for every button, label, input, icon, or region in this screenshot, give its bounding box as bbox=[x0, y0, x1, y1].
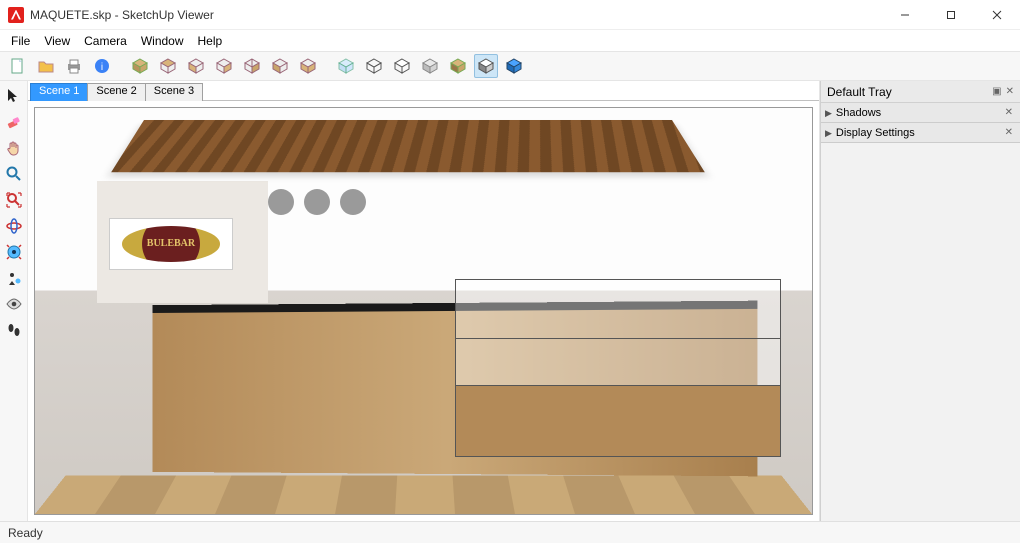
tray-pin-icon[interactable]: ▣ bbox=[992, 86, 1001, 97]
scene-tab-1[interactable]: Scene 1 bbox=[30, 83, 88, 101]
scene-tab-3[interactable]: Scene 3 bbox=[145, 83, 203, 101]
tray-panel-shadows[interactable]: ▶ Shadows ✕ bbox=[821, 103, 1020, 123]
viewport-3d[interactable]: BULEBAR bbox=[28, 101, 819, 521]
scene-tabs: Scene 1 Scene 2 Scene 3 bbox=[28, 81, 819, 101]
panel-close-icon[interactable]: ✕ bbox=[1002, 127, 1016, 138]
svg-text:i: i bbox=[101, 62, 103, 73]
left-toolbar bbox=[0, 81, 28, 521]
minimize-button[interactable] bbox=[882, 0, 928, 30]
magnify-tool-icon[interactable] bbox=[3, 163, 25, 185]
tray-title-label: Default Tray bbox=[827, 85, 892, 99]
color-style-icon[interactable] bbox=[502, 54, 526, 78]
hiddenline-style-icon[interactable] bbox=[390, 54, 414, 78]
title-bar: MAQUETE.skp - SketchUp Viewer bbox=[0, 0, 1020, 30]
walk-tool-icon[interactable] bbox=[3, 319, 25, 341]
maximize-button[interactable] bbox=[928, 0, 974, 30]
viewport-scene: BULEBAR bbox=[34, 107, 813, 515]
print-icon[interactable] bbox=[62, 54, 86, 78]
right-view-icon[interactable] bbox=[212, 54, 236, 78]
chevron-right-icon: ▶ bbox=[825, 128, 832, 138]
monochrome-style-icon[interactable] bbox=[474, 54, 498, 78]
menu-file[interactable]: File bbox=[4, 32, 37, 50]
menu-view[interactable]: View bbox=[37, 32, 77, 50]
menu-camera[interactable]: Camera bbox=[77, 32, 134, 50]
position-camera-icon[interactable] bbox=[3, 267, 25, 289]
cafe-sign: BULEBAR bbox=[109, 218, 233, 271]
new-file-icon[interactable] bbox=[6, 54, 30, 78]
tray-panel-display-settings[interactable]: ▶ Display Settings ✕ bbox=[821, 123, 1020, 143]
eraser-tool-icon[interactable] bbox=[3, 111, 25, 133]
main-toolbar: i bbox=[0, 51, 1020, 81]
close-button[interactable] bbox=[974, 0, 1020, 30]
chevron-right-icon: ▶ bbox=[825, 108, 832, 118]
menu-window[interactable]: Window bbox=[134, 32, 191, 50]
app-icon bbox=[8, 7, 24, 23]
tray-title-bar[interactable]: Default Tray ▣ ✕ bbox=[821, 81, 1020, 103]
xray-style-icon[interactable] bbox=[334, 54, 358, 78]
look-around-icon[interactable] bbox=[3, 241, 25, 263]
center-pane: Scene 1 Scene 2 Scene 3 BULEBAR bbox=[28, 81, 820, 521]
top-view-icon[interactable] bbox=[156, 54, 180, 78]
tray-close-icon[interactable]: ✕ bbox=[1006, 86, 1014, 97]
shaded-textures-style-icon[interactable] bbox=[446, 54, 470, 78]
status-text: Ready bbox=[8, 526, 43, 540]
tray-panel-label: Shadows bbox=[836, 107, 881, 119]
bottom-view-icon[interactable] bbox=[296, 54, 320, 78]
front-view-icon[interactable] bbox=[184, 54, 208, 78]
cafe-sign-text: BULEBAR bbox=[122, 226, 220, 262]
zoom-extents-icon[interactable] bbox=[3, 189, 25, 211]
tray-panel-label: Display Settings bbox=[836, 127, 915, 139]
menu-help[interactable]: Help bbox=[191, 32, 230, 50]
wireframe-style-icon[interactable] bbox=[362, 54, 386, 78]
model-info-icon[interactable]: i bbox=[90, 54, 114, 78]
status-bar: Ready bbox=[0, 521, 1020, 543]
iso-view-icon[interactable] bbox=[128, 54, 152, 78]
shaded-style-icon[interactable] bbox=[418, 54, 442, 78]
default-tray: Default Tray ▣ ✕ ▶ Shadows ✕ ▶ Display Set… bbox=[820, 81, 1020, 521]
select-tool-icon[interactable] bbox=[3, 85, 25, 107]
back-view-icon[interactable] bbox=[240, 54, 264, 78]
orbit-tool-icon[interactable] bbox=[3, 215, 25, 237]
open-file-icon[interactable] bbox=[34, 54, 58, 78]
menu-bar: File View Camera Window Help bbox=[0, 30, 1020, 51]
window-title: MAQUETE.skp - SketchUp Viewer bbox=[30, 8, 214, 22]
left-view-icon[interactable] bbox=[268, 54, 292, 78]
panel-close-icon[interactable]: ✕ bbox=[1002, 107, 1016, 118]
scene-tab-2[interactable]: Scene 2 bbox=[87, 83, 145, 101]
hand-tool-icon[interactable] bbox=[3, 137, 25, 159]
eye-tool-icon[interactable] bbox=[3, 293, 25, 315]
